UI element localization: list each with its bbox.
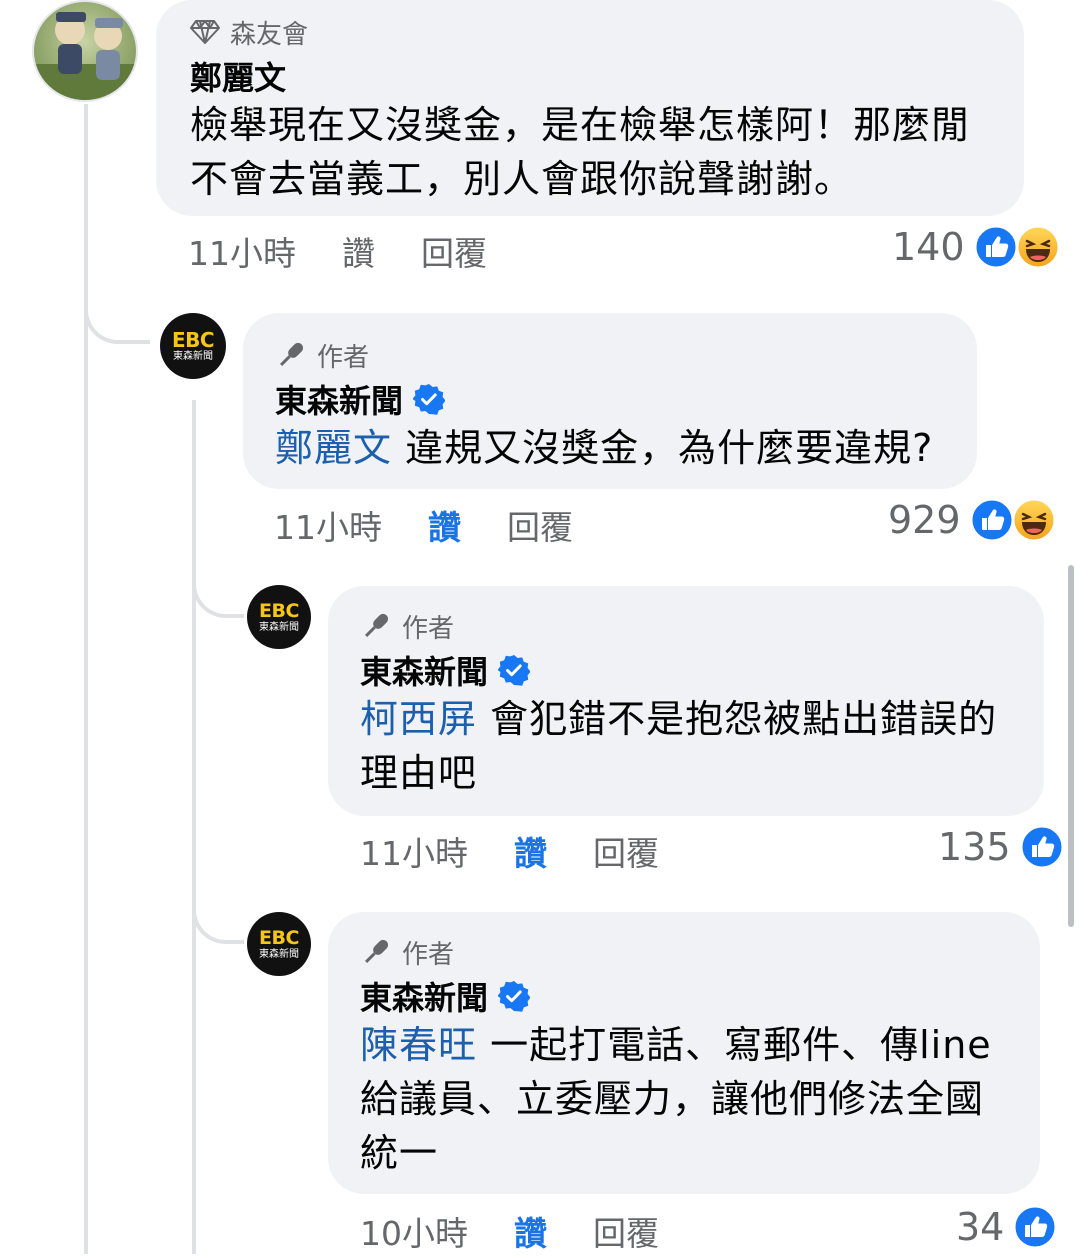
ebc-avatar[interactable]: EBC 東森新聞 — [247, 585, 311, 649]
thread-curve-reply-3 — [192, 888, 244, 944]
comment-author[interactable]: 東森新聞 — [360, 648, 1020, 692]
verified-badge-icon — [498, 981, 531, 1012]
ebc-logo-mark: EBC — [259, 599, 299, 622]
author-name[interactable]: 東森新聞 — [275, 376, 403, 422]
comment-time[interactable]: 11小時 — [274, 501, 382, 549]
author-name[interactable]: 鄭麗文 — [190, 53, 286, 99]
author-badge: 作者 — [360, 608, 1020, 644]
like-button[interactable]: 讚 — [428, 501, 461, 549]
comment-bubble[interactable]: 作者 東森新聞 柯西屏 會犯錯不是抱怨被點出錯誤的理由吧 — [328, 586, 1044, 816]
scrollbar[interactable] — [1068, 565, 1074, 927]
comment-body: 違規又沒獎金，為什麼要違規? — [405, 426, 934, 470]
reaction-count: 140 — [892, 225, 965, 269]
comment-time[interactable]: 11小時 — [360, 827, 468, 875]
like-icon — [973, 224, 1019, 270]
comment-text: 鄭麗文 違規又沒獎金，為什麼要違規? — [275, 421, 947, 475]
ebc-logo-sub: 東森新聞 — [259, 621, 299, 633]
reply-button[interactable]: 回覆 — [593, 1207, 659, 1255]
reaction-count: 34 — [956, 1205, 1005, 1249]
fan-badge: 森友會 — [190, 14, 994, 50]
badge-label: 作者 — [317, 342, 370, 373]
reaction-summary[interactable]: 34 — [956, 1202, 1058, 1252]
author-badge: 作者 — [360, 934, 1016, 970]
comment-time[interactable]: 10小時 — [360, 1207, 468, 1255]
thread-line-root — [84, 104, 88, 1254]
microphone-icon — [365, 939, 389, 963]
microphone-icon — [365, 613, 389, 637]
like-button[interactable]: 讚 — [342, 227, 375, 275]
comment-author[interactable]: 東森新聞 — [360, 974, 1016, 1018]
ebc-avatar[interactable]: EBC 東森新聞 — [160, 313, 226, 379]
ebc-logo-mark: EBC — [171, 328, 215, 352]
ebc-logo-sub: 東森新聞 — [173, 351, 213, 362]
comment-actions: 11小時 讚 回覆 — [274, 500, 619, 550]
reaction-count: 135 — [938, 825, 1011, 869]
reply-button[interactable]: 回覆 — [421, 227, 487, 275]
author-name[interactable]: 東森新聞 — [360, 647, 488, 693]
like-icon — [1019, 824, 1065, 870]
like-button[interactable]: 讚 — [514, 1207, 547, 1255]
haha-icon — [1015, 224, 1061, 270]
ebc-logo-sub: 東森新聞 — [259, 948, 299, 960]
thread-line-reply-1 — [192, 400, 196, 1254]
reaction-summary[interactable]: 140 — [892, 222, 1061, 272]
thread-curve-reply-1 — [84, 280, 150, 344]
diamond-icon — [190, 20, 220, 44]
comment-body: 檢舉現在又沒獎金，是在檢舉怎樣阿！那麼閒不會去當義工，別人會跟你說聲謝謝。 — [190, 103, 971, 201]
comment-author[interactable]: 鄭麗文 — [190, 54, 994, 98]
badge-label: 森友會 — [230, 19, 309, 50]
reply-button[interactable]: 回覆 — [593, 827, 659, 875]
comment-bubble[interactable]: 作者 東森新聞 陳春旺 一起打電話、寫郵件、傳line給議員、立委壓力，讓他們修… — [328, 912, 1040, 1194]
ebc-logo-mark: EBC — [259, 926, 299, 949]
comment-text: 柯西屏 會犯錯不是抱怨被點出錯誤的理由吧 — [360, 692, 1020, 800]
badge-label: 作者 — [402, 939, 455, 970]
verified-badge-icon — [498, 655, 531, 686]
comment-actions: 11小時 讚 回覆 — [360, 826, 705, 876]
author-name[interactable]: 東森新聞 — [360, 973, 488, 1019]
badge-label: 作者 — [402, 613, 455, 644]
verified-badge-icon — [413, 384, 446, 415]
like-icon — [969, 497, 1015, 543]
like-button[interactable]: 讚 — [514, 827, 547, 875]
comment-actions: 10小時 讚 回覆 — [360, 1206, 705, 1256]
mention-link[interactable]: 鄭麗文 — [275, 426, 392, 470]
haha-icon — [1011, 497, 1057, 543]
reply-button[interactable]: 回覆 — [507, 501, 573, 549]
mention-link[interactable]: 陳春旺 — [360, 1023, 477, 1067]
reaction-count: 929 — [888, 498, 961, 542]
mention-link[interactable]: 柯西屏 — [360, 697, 477, 741]
comment-text: 陳春旺 一起打電話、寫郵件、傳line給議員、立委壓力，讓他們修法全國統一 — [360, 1018, 1016, 1180]
like-icon — [1012, 1204, 1058, 1250]
avatar-figures-icon — [34, 12, 136, 100]
comment-bubble[interactable]: 森友會 鄭麗文 檢舉現在又沒獎金，是在檢舉怎樣阿！那麼閒不會去當義工，別人會跟你… — [156, 0, 1024, 216]
ebc-avatar[interactable]: EBC 東森新聞 — [247, 912, 311, 976]
comment-text: 檢舉現在又沒獎金，是在檢舉怎樣阿！那麼閒不會去當義工，別人會跟你說聲謝謝。 — [190, 98, 994, 206]
comment-actions: 11小時 讚 回覆 — [188, 226, 533, 276]
microphone-icon — [280, 342, 304, 366]
reaction-summary[interactable]: 135 — [938, 822, 1065, 872]
user-avatar[interactable] — [32, 0, 138, 102]
comment-time[interactable]: 11小時 — [188, 227, 296, 275]
comment-bubble[interactable]: 作者 東森新聞 鄭麗文 違規又沒獎金，為什麼要違規? — [243, 313, 977, 489]
thread-curve-reply-2 — [192, 560, 244, 618]
author-badge: 作者 — [275, 337, 947, 373]
reaction-summary[interactable]: 929 — [888, 495, 1057, 545]
comment-author[interactable]: 東森新聞 — [275, 377, 947, 421]
